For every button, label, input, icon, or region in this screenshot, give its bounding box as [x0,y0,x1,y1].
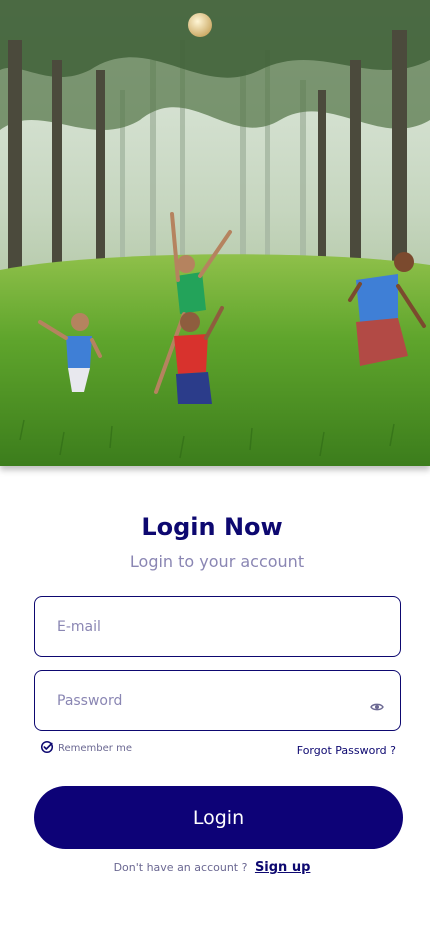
page-subtitle: Login to your account [129,552,305,571]
login-screen: Login Now Login to your account Remember… [0,0,430,932]
hero-image [0,0,430,466]
email-input[interactable] [57,597,357,656]
page-title: Login Now [141,513,283,541]
hero-illustration [0,0,430,466]
password-field[interactable] [34,670,401,731]
signup-row: Don't have an account ? Sign up [0,860,424,875]
signup-link[interactable]: Sign up [255,860,310,875]
password-input[interactable] [57,671,357,730]
eye-icon[interactable] [370,697,384,711]
email-field[interactable] [34,596,401,657]
check-circle-icon [40,739,54,758]
remember-me-checkbox[interactable]: Remember me [40,740,132,756]
login-button[interactable]: Login [34,786,403,849]
forgot-password-link[interactable]: Forgot Password ? [297,744,396,757]
signup-prompt: Don't have an account ? [113,861,248,874]
remember-me-label: Remember me [58,742,132,754]
